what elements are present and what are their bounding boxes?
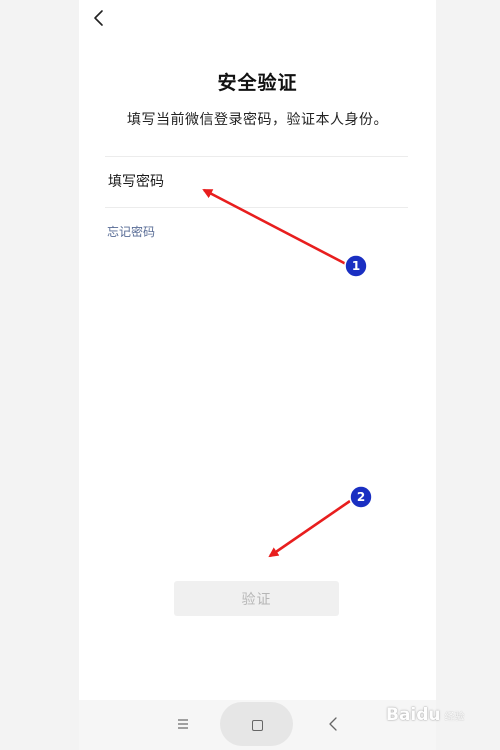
home-square-icon <box>252 720 263 731</box>
annotation-badge-1-label: 1 <box>351 259 361 273</box>
annotation-badge-2-label: 2 <box>356 490 366 504</box>
forgot-password-link[interactable]: 忘记密码 <box>107 223 155 240</box>
baidu-watermark: Baidu 经验 <box>386 700 465 730</box>
watermark-sub: 经验 <box>444 711 465 723</box>
back-button[interactable] <box>87 6 111 30</box>
phone-screen: 安全验证 填写当前微信登录密码，验证本人身份。 忘记密码 验证 <box>79 0 436 700</box>
back-triangle-icon[interactable] <box>327 716 339 732</box>
page-title: 安全验证 <box>217 72 298 94</box>
menu-icon[interactable] <box>177 717 189 731</box>
verify-button[interactable]: 验证 <box>174 581 339 616</box>
page-subtitle: 填写当前微信登录密码，验证本人身份。 <box>127 112 388 128</box>
divider-bottom <box>105 207 408 208</box>
home-button[interactable] <box>220 702 293 746</box>
password-input[interactable] <box>105 157 408 207</box>
system-nav-bar <box>79 700 436 750</box>
chevron-left-icon <box>94 10 103 26</box>
screen: 安全验证 填写当前微信登录密码，验证本人身份。 忘记密码 验证 1 2 Baid… <box>0 0 500 750</box>
watermark-brand: Baidu <box>386 705 441 725</box>
